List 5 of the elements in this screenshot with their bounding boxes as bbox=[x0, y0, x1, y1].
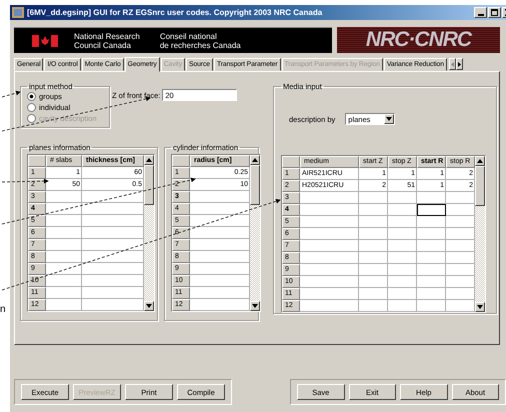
french-name: Conseil national de recherches Canada bbox=[160, 32, 241, 50]
logo: NRC·CNRC bbox=[337, 27, 500, 53]
english-name: National Research Council Canada bbox=[74, 32, 140, 50]
annotation-text: n bbox=[0, 304, 6, 315]
window-title: [6MV_dd.egsinp] GUI for RZ EGSnrc user codes. Copyright 2003 NRC Canada bbox=[27, 8, 324, 17]
